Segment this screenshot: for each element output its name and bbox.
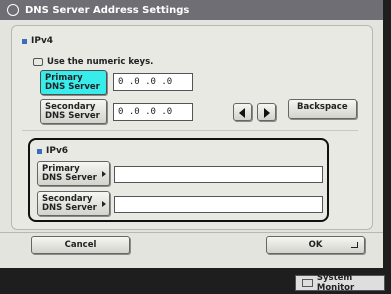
window-title: DNS Server Address Settings [25,4,190,16]
ipv6-secondary-dns-button[interactable]: Secondary DNS Server [37,191,110,216]
chevron-right-icon [102,200,106,207]
ok-button[interactable]: OK [266,236,365,254]
ipv6-secondary-dns-field[interactable] [114,196,323,213]
cursor-right-button[interactable] [257,103,276,121]
system-monitor-button[interactable]: System Monitor [295,273,385,293]
backspace-button[interactable]: Backspace [288,99,357,119]
ipv6-primary-dns-button[interactable]: Primary DNS Server [37,161,110,186]
section-divider [22,130,358,131]
chevron-right-icon [102,170,106,177]
cursor-left-button[interactable] [233,103,252,121]
settings-icon [7,4,19,16]
ipv6-primary-dns-field[interactable] [114,166,323,183]
cancel-button[interactable]: Cancel [31,236,130,254]
footer-divider [0,232,383,233]
title-bar: DNS Server Address Settings [0,0,383,20]
arrow-right-icon [264,108,270,118]
section-marker-icon [37,148,42,154]
ipv4-primary-dns-button[interactable]: Primary DNS Server [40,70,107,95]
arrow-left-icon [239,108,245,118]
ipv4-secondary-dns-button[interactable]: Secondary DNS Server [40,99,107,124]
monitor-icon [302,279,313,287]
ipv4-secondary-dns-field[interactable]: 0 .0 .0 .0 [113,103,193,121]
section-marker-icon [22,38,27,44]
dialog-panel: DNS Server Address Settings IPv4 Use the… [0,0,383,268]
enter-icon [351,242,358,248]
ipv4-section-label: IPv4 [22,36,53,46]
ipv4-primary-dns-field[interactable]: 0 .0 .0 .0 [113,73,193,91]
ipv6-section-label: IPv6 [37,146,68,156]
numeric-keys-hint: Use the numeric keys. [33,57,153,67]
keypad-icon [33,58,43,66]
